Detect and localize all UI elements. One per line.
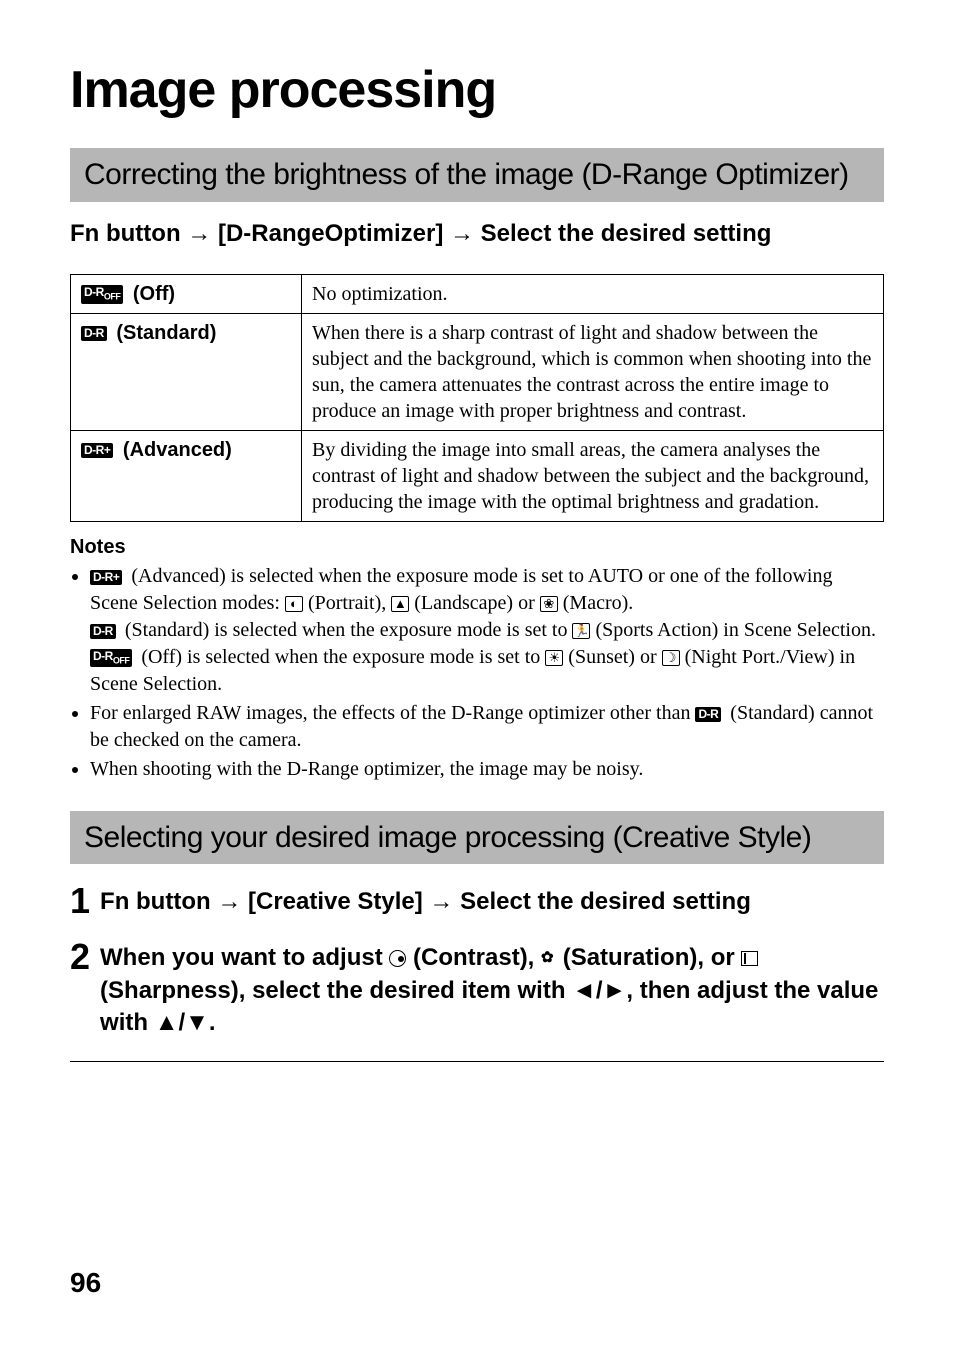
contrast-icon (389, 950, 406, 967)
notes-list: D-R+ (Advanced) is selected when the exp… (70, 563, 884, 783)
instruction-dro: Fn button → [D-RangeOptimizer] → Select … (70, 218, 884, 250)
macro-icon: ❀ (540, 596, 558, 612)
action-label: Select the desired setting (460, 888, 751, 915)
note-text: (Landscape) or (409, 592, 540, 614)
option-description: By dividing the image into small areas, … (302, 430, 884, 521)
table-row: D-ROFF (Off) No optimization. (71, 274, 884, 313)
note-text: (Macro). (558, 592, 634, 614)
arrow-icon: → (187, 220, 218, 247)
step-number: 2 (70, 938, 90, 976)
sharpness-icon (741, 951, 758, 966)
step-text-segment: When you want to adjust (100, 944, 389, 971)
arrow-icon: → (429, 888, 460, 915)
fn-button-label: Fn button (70, 220, 181, 247)
note-text: For enlarged RAW images, the effects of … (90, 702, 695, 724)
separator (70, 1061, 884, 1062)
sunset-icon: ☀ (545, 650, 563, 666)
option-description: No optimization. (302, 274, 884, 313)
saturation-icon (541, 951, 556, 966)
note-text: (Portrait), (303, 592, 391, 614)
step-2: 2 When you want to adjust (Contrast), (S… (70, 938, 884, 1039)
step-text-segment: . (209, 1009, 216, 1036)
note-text: (Sunset) or (563, 646, 661, 668)
option-label: (Standard) (116, 322, 216, 344)
up-down-icon: ▲/▼ (155, 1009, 209, 1036)
step-text-segment: (Saturation), or (556, 944, 741, 971)
step-text-segment: (Contrast), (406, 944, 541, 971)
dro-options-table: D-ROFF (Off) No optimization. D-R (Stand… (70, 274, 884, 522)
landscape-icon: ▲ (391, 596, 409, 612)
portrait-icon: ◐ (285, 596, 303, 612)
note-text: (Sports Action) in Scene Selection. (590, 619, 876, 641)
dro-advanced-icon: D-R+ (90, 570, 122, 585)
dro-standard-icon: D-R (81, 326, 107, 341)
note-text: (Off) is selected when the exposure mode… (136, 646, 545, 668)
section-heading-dro: Correcting the brightness of the image (… (70, 148, 884, 202)
table-row: D-R (Standard) When there is a sharp con… (71, 313, 884, 430)
dro-off-icon: D-ROFF (90, 649, 132, 667)
arrow-icon: → (450, 220, 481, 247)
step-1: 1 Fn button → [Creative Style] → Select … (70, 882, 884, 920)
note-text: (Standard) is selected when the exposure… (120, 619, 573, 641)
arrow-icon: → (217, 888, 248, 915)
notes-heading: Notes (70, 536, 884, 559)
night-icon: ☽ (662, 650, 680, 666)
dro-advanced-icon: D-R+ (81, 443, 113, 458)
menu-item-label: [D-RangeOptimizer] (218, 220, 443, 247)
option-description: When there is a sharp contrast of light … (302, 313, 884, 430)
option-label: (Advanced) (123, 439, 232, 461)
page-title: Image processing (70, 60, 884, 120)
fn-button-label: Fn button (100, 888, 211, 915)
dro-standard-icon: D-R (90, 624, 116, 639)
step-number: 1 (70, 882, 90, 920)
list-item: For enlarged RAW images, the effects of … (90, 700, 884, 754)
action-label: Select the desired setting (481, 220, 772, 247)
option-label: (Off) (133, 283, 175, 305)
sports-icon: 🏃 (572, 623, 590, 639)
left-right-icon: ◄/► (572, 977, 626, 1004)
menu-item-label: [Creative Style] (248, 888, 423, 915)
dro-standard-icon: D-R (695, 707, 721, 722)
list-item: When shooting with the D-Range optimizer… (90, 756, 884, 783)
table-row: D-R+ (Advanced) By dividing the image in… (71, 430, 884, 521)
section-heading-creative-style: Selecting your desired image processing … (70, 811, 884, 865)
page-number: 96 (70, 1267, 101, 1299)
step-text-segment: (Sharpness), select the desired item wit… (100, 977, 572, 1004)
list-item: D-R+ (Advanced) is selected when the exp… (90, 563, 884, 698)
dro-off-icon: D-ROFF (81, 285, 123, 303)
